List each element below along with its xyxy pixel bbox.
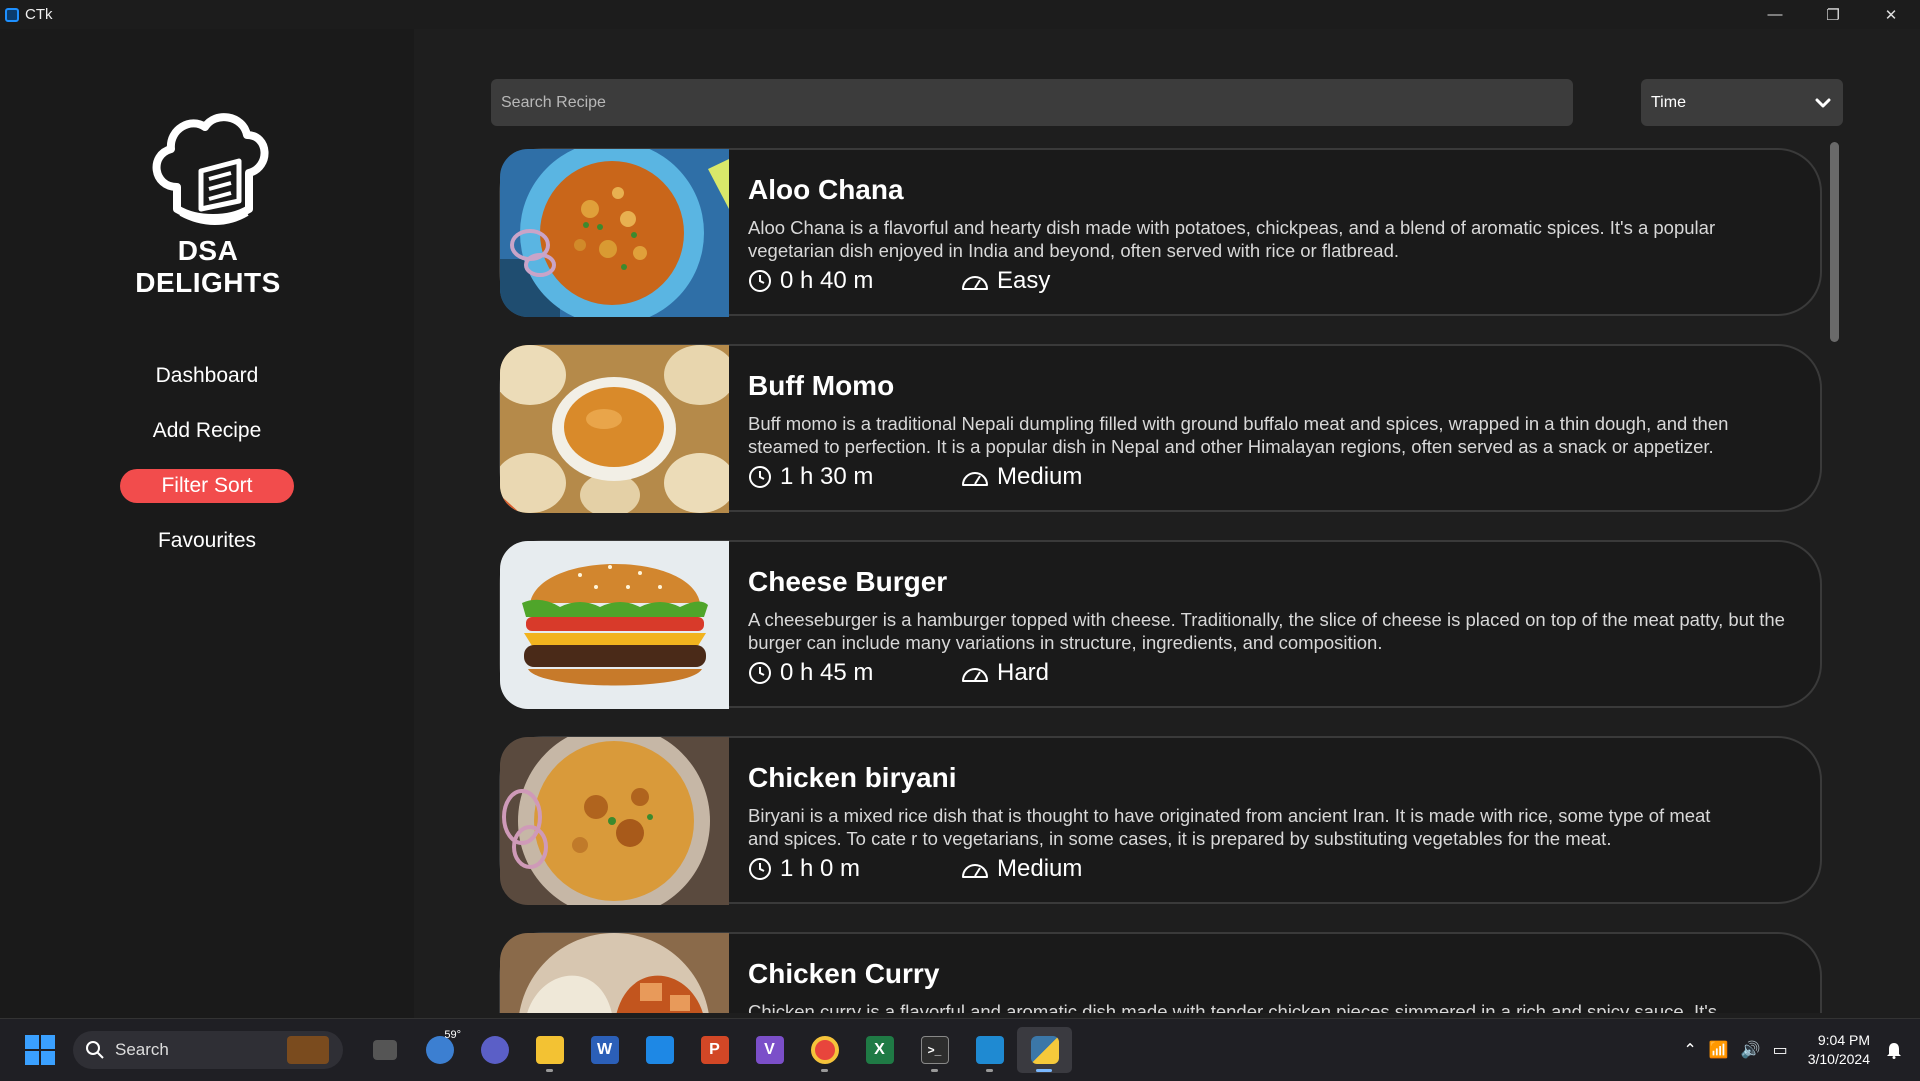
app-icon [5, 7, 19, 22]
recipe-meta: 1 h 30 m Medium [748, 463, 1082, 491]
nav-add-recipe[interactable]: Add Recipe [120, 414, 294, 448]
recipe-card[interactable]: Chicken biryani Biryani is a mixed rice … [499, 736, 1822, 905]
terminal-icon[interactable]: >_ [907, 1027, 962, 1073]
recipe-meta: 0 h 40 m Easy [748, 267, 1050, 295]
word-icon[interactable]: W [577, 1027, 632, 1073]
recipe-time: 1 h 0 m [780, 855, 861, 882]
gauge-icon [962, 668, 988, 682]
sidebar-nav: Dashboard Add Recipe Filter Sort Favouri… [0, 359, 414, 579]
restore-button[interactable]: ❐ [1804, 0, 1862, 29]
mail-icon[interactable] [632, 1027, 687, 1073]
vscode-icon[interactable] [962, 1027, 1017, 1073]
nav-dashboard[interactable]: Dashboard [120, 359, 294, 393]
recipe-meta: 1 h 0 m Medium [748, 855, 1082, 883]
taskbar: Search 59° W P V X >_ ⌃ 📶 🔊 ▭ 9:04 PM 3/… [0, 1018, 1920, 1081]
recipe-image-cheese-burger [500, 541, 729, 709]
search-icon [86, 1041, 104, 1059]
clock-icon [749, 858, 771, 880]
gauge-icon [962, 472, 988, 486]
recipe-title: Chicken Curry [748, 958, 940, 989]
recipe-image-aloo-chana [500, 149, 729, 317]
recipe-card[interactable]: Aloo Chana Aloo Chana is a flavorful and… [499, 148, 1822, 317]
minimize-button[interactable]: — [1746, 0, 1804, 29]
chevron-down-icon [1815, 98, 1831, 107]
sort-selected-value: Time [1651, 93, 1686, 111]
recipe-difficulty: Hard [997, 659, 1050, 686]
file-explorer-icon[interactable] [522, 1027, 577, 1073]
recipe-description: A cheeseburger is a hamburger topped wit… [748, 609, 1785, 653]
recipe-time: 0 h 40 m [780, 267, 874, 294]
recipe-card[interactable]: Buff Momo Buff momo is a traditional Nep… [499, 344, 1822, 513]
gauge-icon [962, 276, 988, 290]
clock-date: 3/10/2024 [1807, 1051, 1870, 1067]
recipe-card[interactable]: Cheese Burger A cheeseburger is a hambur… [499, 540, 1822, 709]
clock-icon [749, 270, 771, 292]
chef-hat-icon [152, 113, 269, 225]
wifi-icon[interactable]: 📶 [1709, 1040, 1729, 1060]
clock-icon [749, 466, 771, 488]
visual-studio-icon[interactable]: V [742, 1027, 797, 1073]
recipe-description: Aloo Chana is a flavorful and hearty dis… [748, 217, 1716, 261]
recipe-image-chicken-curry [500, 933, 729, 1013]
taskbar-search-label: Search [115, 1040, 169, 1059]
task-view-icon[interactable] [357, 1027, 412, 1073]
powerpoint-icon[interactable]: P [687, 1027, 742, 1073]
weather-temp: 59° [444, 1029, 461, 1041]
brand-name: DSA DELIGHTS [135, 235, 281, 298]
recipe-title: Chicken biryani [748, 762, 957, 793]
battery-icon[interactable]: ▭ [1773, 1040, 1788, 1060]
recipe-list[interactable]: Aloo Chana Aloo Chana is a flavorful and… [499, 148, 1824, 1013]
clock[interactable]: 9:04 PM 3/10/2024 [1808, 1031, 1870, 1069]
app-logo: DSA DELIGHTS [104, 109, 312, 299]
system-tray: ⌃ 📶 🔊 ▭ 9:04 PM 3/10/2024 [1683, 1019, 1920, 1081]
recipe-time: 1 h 30 m [780, 463, 874, 490]
notification-bell-icon[interactable] [1886, 1041, 1902, 1059]
nav-favourites[interactable]: Favourites [120, 524, 294, 558]
clock-icon [749, 662, 771, 684]
taskbar-apps: 59° W P V X >_ [357, 1027, 1072, 1073]
recipe-description: Chicken curry is a flavorful and aromati… [748, 1001, 1718, 1013]
recipe-card[interactable]: Chicken Curry Chicken curry is a flavorf… [499, 932, 1822, 1013]
taskbar-search[interactable]: Search [73, 1031, 343, 1069]
search-input[interactable] [491, 79, 1573, 126]
teams-icon[interactable] [467, 1027, 522, 1073]
search-highlight-icon [287, 1036, 329, 1064]
sort-dropdown[interactable]: Time [1641, 79, 1843, 126]
close-button[interactable]: ✕ [1862, 0, 1920, 29]
recipe-title: Cheese Burger [748, 566, 948, 597]
gauge-icon [962, 864, 988, 878]
chevron-up-icon[interactable]: ⌃ [1683, 1040, 1696, 1060]
python-icon[interactable] [1017, 1027, 1072, 1073]
recipe-description: Biryani is a mixed rice dish that is tho… [748, 805, 1711, 849]
nav-filter-sort[interactable]: Filter Sort [120, 469, 294, 503]
recipe-meta: 0 h 45 m Hard [748, 659, 1049, 687]
sidebar: DSA DELIGHTS Dashboard Add Recipe Filter… [0, 29, 414, 1018]
excel-icon[interactable]: X [852, 1027, 907, 1073]
recipe-difficulty: Medium [997, 463, 1083, 490]
weather-icon[interactable]: 59° [412, 1027, 467, 1073]
recipe-time: 0 h 45 m [780, 659, 874, 686]
recipe-title: Buff Momo [748, 370, 895, 401]
windows-start-icon[interactable] [25, 1035, 55, 1065]
recipe-title: Aloo Chana [748, 174, 904, 205]
recipe-list-scrollbar[interactable] [1830, 142, 1839, 342]
window-title: CTk [25, 6, 53, 23]
chrome-icon[interactable] [797, 1027, 852, 1073]
window-controls: — ❐ ✕ [1746, 0, 1920, 29]
title-bar: CTk — ❐ ✕ [0, 0, 1920, 29]
recipe-difficulty: Medium [997, 855, 1083, 882]
recipe-description: Buff momo is a traditional Nepali dumpli… [748, 413, 1729, 457]
recipe-difficulty: Easy [997, 267, 1051, 294]
recipe-image-buff-momo [500, 345, 729, 513]
recipe-image-chicken-biryani [500, 737, 729, 905]
volume-icon[interactable]: 🔊 [1741, 1040, 1761, 1060]
clock-time: 9:04 PM [1817, 1032, 1870, 1048]
